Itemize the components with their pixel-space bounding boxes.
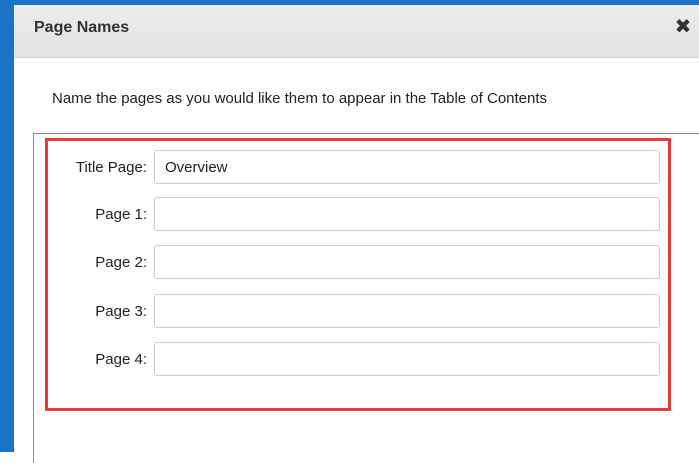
close-icon[interactable]: ✖ — [673, 16, 693, 38]
field-row-title-page: Title Page: — [50, 150, 662, 184]
window-frame — [0, 0, 14, 452]
titlebar-accent — [14, 0, 699, 5]
field-row-page-3: Page 3: — [50, 294, 662, 328]
dialog-title: Page Names — [34, 19, 130, 36]
title-page-input[interactable] — [154, 150, 660, 184]
page-2-input[interactable] — [154, 245, 660, 279]
field-row-page-2: Page 2: — [50, 245, 662, 279]
field-label: Page 3: — [95, 303, 147, 320]
page-3-input[interactable] — [154, 294, 660, 328]
field-label: Title Page: — [75, 159, 147, 176]
field-row-page-4: Page 4: — [50, 342, 662, 376]
instructions-text: Name the pages as you would like them to… — [52, 90, 548, 107]
field-row-page-1: Page 1: — [50, 197, 662, 231]
page-1-input[interactable] — [154, 197, 660, 231]
field-label: Page 4: — [95, 351, 147, 368]
page-4-input[interactable] — [154, 342, 660, 376]
dialog-titlebar: Page Names ✖ — [14, 0, 699, 58]
page-names-dialog: Page Names ✖ Name the pages as you would… — [0, 0, 699, 463]
field-label: Page 1: — [95, 206, 147, 223]
field-label: Page 2: — [95, 254, 147, 271]
